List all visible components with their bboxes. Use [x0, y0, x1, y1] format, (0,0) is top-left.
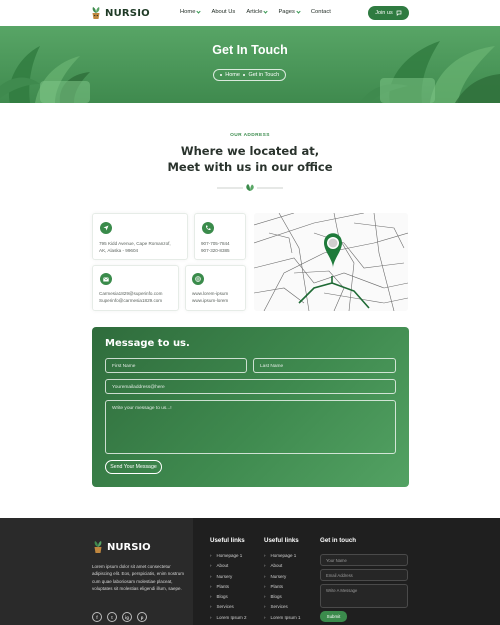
leaf-decoration-left	[0, 46, 90, 103]
phone-text: 907-705-7844 907-320-8385	[201, 240, 230, 254]
footer-link[interactable]: Nursery	[210, 572, 247, 582]
location-line-2: AK, Alaska - 99604	[99, 248, 139, 253]
footer-contact-title: Get in touch	[320, 537, 357, 544]
page-hero-banner: Get In Touch Home Get in Touch	[0, 26, 500, 103]
send-message-button[interactable]: Send Your Message	[105, 460, 162, 474]
address-card-phone: 907-705-7844 907-320-8385	[194, 213, 246, 260]
chevron-down-icon	[196, 8, 202, 14]
email-line-2[interactable]: Superinfo@carmesia1829.com	[99, 297, 162, 304]
pinterest-icon[interactable]: p	[137, 612, 147, 622]
chat-bubble-icon	[396, 10, 402, 16]
first-name-input[interactable]: First Name	[105, 358, 247, 373]
footer-brand-name: NURSIO	[107, 541, 151, 553]
phone-line-2[interactable]: 907-320-8385	[201, 247, 230, 254]
footer-col1-links: Homepage 1 About Nursery Plants Blogs Se…	[210, 551, 247, 623]
nav-item-article[interactable]: Article	[246, 8, 269, 15]
message-textarea[interactable]: Write your message to us...!	[105, 400, 396, 454]
location-arrow-icon	[100, 222, 112, 234]
form-title: Message to us.	[105, 338, 190, 349]
chevron-down-icon	[296, 8, 301, 14]
heading-line-1: Where we located at,	[180, 144, 320, 158]
address-card-email: Carmesia1829@superinfo.com Superinfo@car…	[92, 265, 179, 311]
footer-link[interactable]: About	[264, 561, 301, 571]
chevron-down-icon	[263, 8, 269, 14]
brand-name: NURSIO	[105, 7, 150, 19]
globe-icon	[192, 273, 204, 285]
footer-about-text: Lorem ipsum dolor sit amet consectetur a…	[92, 564, 185, 591]
footer-col1-title: Useful links	[210, 537, 245, 544]
address-card-web: www.lorem-ipsum www.ipsum-lorem	[185, 265, 246, 311]
facebook-icon[interactable]: f	[92, 612, 102, 622]
phone-line-1[interactable]: 907-705-7844	[201, 240, 230, 247]
nav-label: Article	[246, 9, 263, 15]
email-input[interactable]: Youremailaddress@here	[105, 379, 396, 394]
page-title: Get In Touch	[212, 43, 288, 57]
email-line-1[interactable]: Carmesia1829@superinfo.com	[99, 290, 162, 297]
footer-link[interactable]: Plants	[210, 582, 247, 592]
footer-link[interactable]: Plants	[264, 582, 301, 592]
join-us-label: Join us	[375, 10, 393, 16]
bullet-icon	[219, 73, 223, 77]
footer-name-input[interactable]: Your Name	[320, 554, 408, 566]
nav-label: Home	[180, 9, 196, 15]
footer-email-input[interactable]: Email Address	[320, 569, 408, 581]
breadcrumb-current: Get in Touch	[248, 72, 280, 78]
footer-link[interactable]: Blogs	[210, 592, 247, 602]
breadcrumb: Home Get in Touch	[213, 69, 286, 81]
footer-link[interactable]: Services	[210, 602, 247, 612]
footer-col2-links: Homepage 1 About Nursery Plants Blogs Se…	[264, 551, 301, 623]
location-line-1: 795 Kidd Avenue, Cape Romanzof,	[99, 241, 171, 246]
last-name-input[interactable]: Last Name	[253, 358, 396, 373]
bullet-icon	[242, 73, 246, 77]
footer-link[interactable]: Nursery	[264, 572, 301, 582]
footer-message-textarea[interactable]: Write A Message	[320, 584, 408, 608]
social-links: f t ig p	[92, 612, 147, 622]
envelope-icon	[100, 273, 112, 285]
web-line-1[interactable]: www.lorem-ipsum	[192, 290, 228, 297]
location-map[interactable]	[254, 213, 408, 311]
nav-item-about[interactable]: About Us	[211, 9, 235, 15]
web-text: www.lorem-ipsum www.ipsum-lorem	[192, 290, 228, 304]
message-form: Message to us. First Name Last Name Your…	[92, 327, 409, 487]
footer-submit-button[interactable]: Submit	[320, 611, 347, 622]
footer-logo[interactable]: NURSIO	[92, 540, 151, 554]
footer	[0, 518, 500, 625]
breadcrumb-home[interactable]: Home	[225, 72, 240, 78]
main-nav: Home About Us Article Pages Contact	[180, 8, 331, 15]
footer-link[interactable]: Blogs	[264, 592, 301, 602]
instagram-icon[interactable]: ig	[122, 612, 132, 622]
nav-label: Contact	[310, 9, 331, 15]
location-text: 795 Kidd Avenue, Cape Romanzof, AK, Alas…	[99, 240, 171, 254]
plant-pot-logo-icon	[92, 7, 100, 19]
twitter-icon[interactable]: t	[107, 612, 117, 622]
nav-item-pages[interactable]: Pages	[278, 8, 301, 15]
footer-link[interactable]: Services	[264, 602, 301, 612]
footer-link[interactable]: Lorem Ipsum 2	[210, 613, 247, 623]
address-card-location: 795 Kidd Avenue, Cape Romanzof, AK, Alas…	[92, 213, 188, 260]
nav-label: Pages	[278, 9, 295, 15]
section-kicker: OUR ADDRESS	[230, 133, 270, 138]
nav-item-contact[interactable]: Contact	[311, 9, 331, 15]
phone-icon	[202, 222, 214, 234]
brand-logo[interactable]: NURSIO	[90, 6, 150, 20]
heading-line-2: Meet with us in our office	[167, 160, 333, 174]
footer-link[interactable]: About	[210, 561, 247, 571]
nav-label: About Us	[211, 9, 236, 15]
top-navbar: NURSIO Home About Us Article Pages Conta…	[0, 0, 500, 26]
footer-link[interactable]: Lorem Ipsum 1	[264, 613, 301, 623]
join-us-button[interactable]: Join us	[368, 6, 409, 20]
web-line-2[interactable]: www.ipsum-lorem	[192, 297, 228, 304]
footer-col2-title: Useful links	[264, 537, 299, 544]
leaf-decoration-right	[360, 41, 500, 103]
footer-link[interactable]: Homepage 1	[264, 551, 301, 561]
email-text: Carmesia1829@superinfo.com Superinfo@car…	[99, 290, 162, 304]
footer-link[interactable]: Homepage 1	[210, 551, 247, 561]
leaf-divider	[217, 184, 283, 191]
section-heading: Where we located at, Meet with us in our…	[0, 143, 500, 175]
plant-pot-logo-icon	[94, 541, 102, 553]
nav-item-home[interactable]: Home	[180, 8, 202, 15]
map-streets	[254, 213, 408, 311]
